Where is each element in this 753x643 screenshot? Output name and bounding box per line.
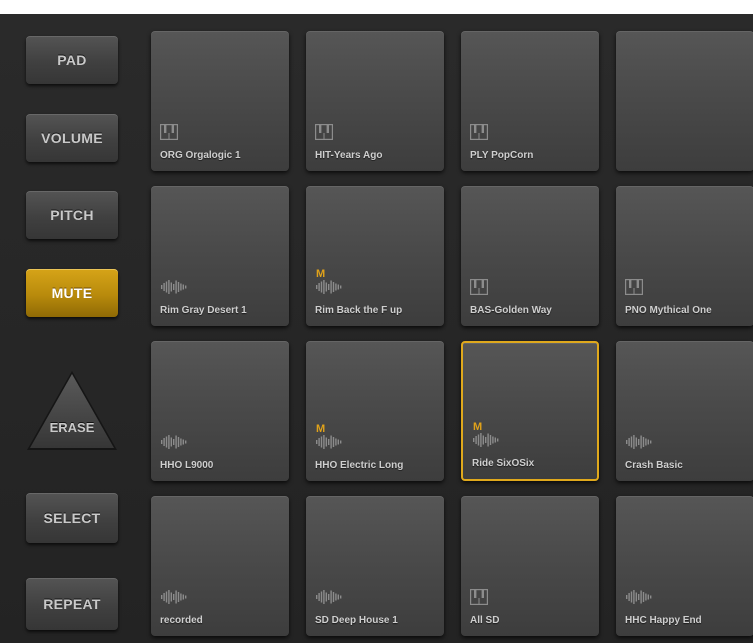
pad-label: HHO L9000 xyxy=(160,460,214,471)
waveform-icon xyxy=(160,279,188,300)
waveform-icon xyxy=(315,434,343,455)
pad-label: recorded xyxy=(160,615,203,626)
pad[interactable]: HHO L9000 xyxy=(151,341,289,481)
pad[interactable]: M HHO Electric Long xyxy=(306,341,444,481)
triangle-icon xyxy=(27,371,117,450)
pad[interactable]: SD Deep House 1 xyxy=(306,496,444,636)
pad[interactable]: Crash Basic xyxy=(616,341,753,481)
pad-label: BAS-Golden Way xyxy=(470,305,552,316)
pad-mode-button[interactable]: PAD xyxy=(26,36,118,84)
pad-label: ORG Orgalogic 1 xyxy=(160,150,241,161)
pad[interactable]: Rim Gray Desert 1 xyxy=(151,186,289,326)
keyboard-icon xyxy=(469,278,489,300)
mute-mode-button[interactable]: MUTE xyxy=(26,269,118,317)
pad-label: HHC Happy End xyxy=(625,615,702,626)
waveform-icon xyxy=(315,589,343,610)
pad-label: Rim Gray Desert 1 xyxy=(160,305,247,316)
waveform-icon xyxy=(315,279,343,300)
volume-mode-button[interactable]: VOLUME xyxy=(26,114,118,162)
pad[interactable]: M Rim Back the F up xyxy=(306,186,444,326)
pitch-mode-button[interactable]: PITCH xyxy=(26,191,118,239)
repeat-mode-button[interactable]: REPEAT xyxy=(26,578,118,630)
pad-label: PNO Mythical One xyxy=(625,305,712,316)
waveform-icon xyxy=(472,432,500,453)
pad-label: SD Deep House 1 xyxy=(315,615,398,626)
pad[interactable]: HHC Happy End xyxy=(616,496,753,636)
waveform-icon xyxy=(625,589,653,610)
waveform-icon xyxy=(160,434,188,455)
erase-button[interactable]: ERASE xyxy=(24,368,120,454)
pad[interactable]: BAS-Golden Way xyxy=(461,186,599,326)
pad[interactable]: recorded xyxy=(151,496,289,636)
select-mode-button[interactable]: SELECT xyxy=(26,493,118,543)
pad-label: HHO Electric Long xyxy=(315,460,404,471)
keyboard-icon xyxy=(159,123,179,145)
pad[interactable]: PNO Mythical One xyxy=(616,186,753,326)
drum-machine-panel: PAD VOLUME PITCH MUTE ERASE SELECT REPEA… xyxy=(0,14,753,643)
pad-label: Rim Back the F up xyxy=(315,305,403,316)
keyboard-icon xyxy=(624,278,644,300)
waveform-icon xyxy=(625,434,653,455)
pad[interactable]: HIT-Years Ago xyxy=(306,31,444,171)
keyboard-icon xyxy=(469,588,489,610)
pad[interactable]: All SD xyxy=(461,496,599,636)
pad-label: HIT-Years Ago xyxy=(315,150,383,161)
pad[interactable]: PLY PopCorn xyxy=(461,31,599,171)
erase-label: ERASE xyxy=(49,420,95,435)
pad-label: PLY PopCorn xyxy=(470,150,534,161)
pad[interactable] xyxy=(616,31,753,171)
pad[interactable]: ORG Orgalogic 1 xyxy=(151,31,289,171)
keyboard-icon xyxy=(469,123,489,145)
pad[interactable]: M Ride SixOSix xyxy=(461,341,599,481)
pad-label: Crash Basic xyxy=(625,460,683,471)
waveform-icon xyxy=(160,589,188,610)
keyboard-icon xyxy=(314,123,334,145)
pad-label: All SD xyxy=(470,615,500,626)
pad-label: Ride SixOSix xyxy=(472,458,535,469)
